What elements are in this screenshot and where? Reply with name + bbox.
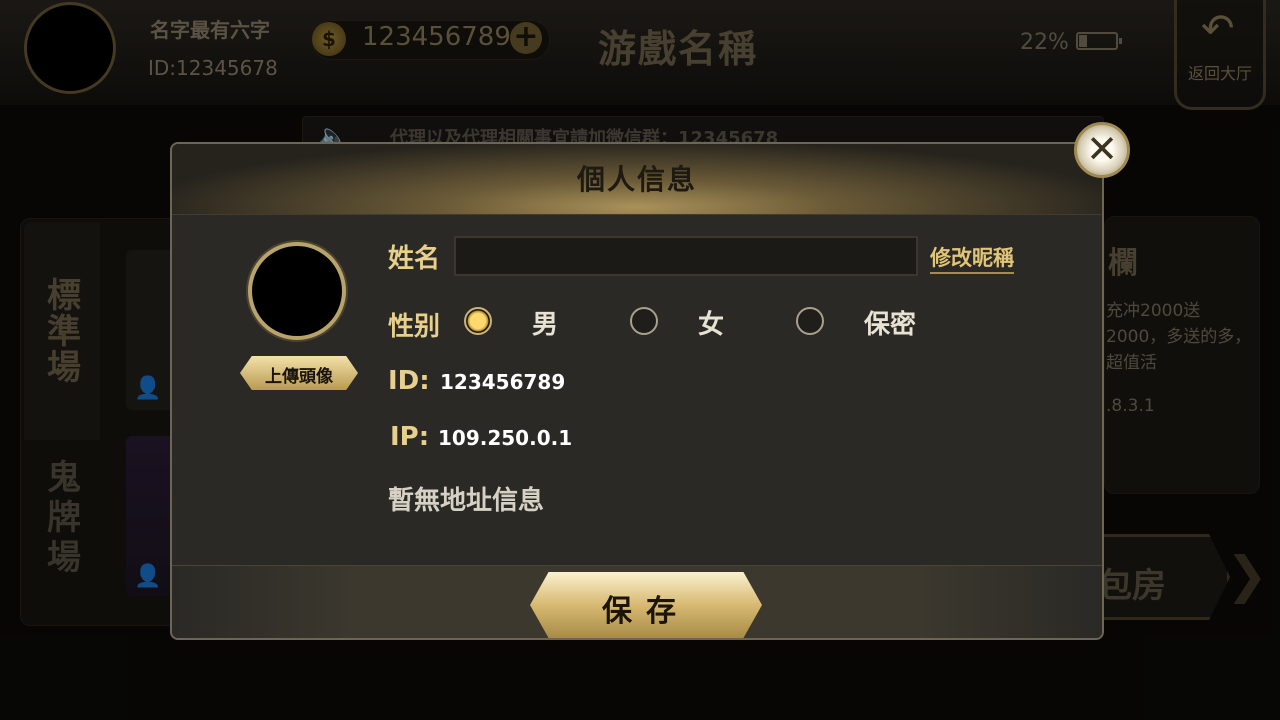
id-value: 123456789 bbox=[440, 370, 566, 394]
profile-dialog: 個人信息 bbox=[170, 142, 1104, 640]
gender-option-male[interactable]: 男 bbox=[532, 304, 558, 341]
name-label: 姓名 bbox=[388, 244, 441, 274]
gender-option-female[interactable]: 女 bbox=[698, 304, 724, 341]
address-info: 暫無地址信息 bbox=[388, 486, 545, 516]
edit-nickname-button[interactable]: 修改昵稱 bbox=[930, 242, 1014, 274]
dialog-header: 個人信息 bbox=[172, 144, 1102, 215]
gender-radio-female[interactable] bbox=[630, 307, 658, 335]
gender-radio-secret[interactable] bbox=[796, 307, 824, 335]
save-label: 保存 bbox=[602, 594, 690, 629]
upload-avatar-label: 上傳頭像 bbox=[265, 367, 333, 387]
gender-option-secret[interactable]: 保密 bbox=[864, 304, 916, 341]
ip-label: IP: bbox=[390, 422, 430, 452]
ip-value: 109.250.0.1 bbox=[438, 426, 573, 450]
gender-radio-male[interactable] bbox=[464, 307, 492, 335]
gender-label: 性别 bbox=[388, 312, 441, 342]
dialog-title: 個人信息 bbox=[576, 163, 697, 196]
name-input[interactable] bbox=[454, 236, 918, 276]
profile-avatar[interactable] bbox=[248, 242, 346, 340]
id-label: ID: bbox=[388, 366, 430, 396]
close-button[interactable]: ✕ bbox=[1074, 122, 1130, 178]
